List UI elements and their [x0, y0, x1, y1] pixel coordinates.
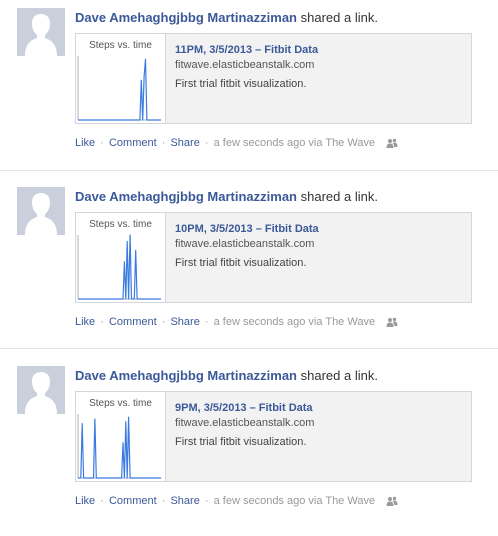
- link-title[interactable]: 11PM, 3/5/2013 – Fitbit Data: [175, 44, 318, 56]
- link-domain: fitwave.elasticbeanstalk.com: [175, 59, 315, 71]
- default-avatar-icon: [17, 187, 65, 235]
- comment-link[interactable]: Comment: [109, 316, 157, 328]
- default-avatar-icon: [17, 366, 65, 414]
- feed-story: Dave Amehaghgjbbg Martinazziman shared a…: [0, 0, 498, 178]
- link-preview-card[interactable]: Steps vs. time 11PM, 3/5/2013 – Fitbit D…: [75, 33, 472, 124]
- app-name[interactable]: The Wave: [325, 316, 375, 328]
- link-domain: fitwave.elasticbeanstalk.com: [175, 417, 315, 429]
- link-title[interactable]: 10PM, 3/5/2013 – Fitbit Data: [175, 223, 319, 235]
- story-verb: shared a link.: [300, 368, 378, 383]
- separator: ·: [100, 137, 104, 149]
- link-description: First trial fitbit visualization.: [175, 257, 307, 269]
- link-preview-card[interactable]: Steps vs. time 9PM, 3/5/2013 – Fitbit Da…: [75, 391, 472, 482]
- author-name[interactable]: Dave Amehaghgjbbg Martinazziman: [75, 368, 297, 383]
- friends-icon[interactable]: [386, 138, 398, 148]
- like-link[interactable]: Like: [75, 316, 95, 328]
- separator: ·: [161, 137, 166, 149]
- feed-story: Dave Amehaghgjbbg Martinazziman shared a…: [0, 358, 498, 536]
- chart-title: Steps vs. time: [89, 40, 152, 51]
- link-title[interactable]: 9PM, 3/5/2013 – Fitbit Data: [175, 402, 313, 414]
- timestamp[interactable]: a few seconds ago via: [214, 495, 323, 507]
- avatar[interactable]: [17, 366, 65, 414]
- friends-icon[interactable]: [386, 496, 398, 506]
- story-headline: Dave Amehaghgjbbg Martinazziman shared a…: [75, 368, 378, 384]
- link-thumbnail-chart[interactable]: Steps vs. time: [76, 34, 166, 123]
- feed-story: Dave Amehaghgjbbg Martinazziman shared a…: [0, 179, 498, 357]
- app-name[interactable]: The Wave: [325, 495, 375, 507]
- avatar[interactable]: [17, 8, 65, 56]
- story-actions: Like · Comment · Share · a few seconds a…: [75, 136, 398, 150]
- story-verb: shared a link.: [300, 10, 378, 25]
- default-avatar-icon: [17, 8, 65, 56]
- like-link[interactable]: Like: [75, 137, 95, 149]
- like-link[interactable]: Like: [75, 495, 95, 507]
- steps-series-line: [78, 234, 161, 300]
- separator: ·: [100, 495, 104, 507]
- story-headline: Dave Amehaghgjbbg Martinazziman shared a…: [75, 189, 378, 205]
- story-divider: [0, 170, 498, 171]
- separator: ·: [161, 316, 166, 328]
- author-name[interactable]: Dave Amehaghgjbbg Martinazziman: [75, 189, 297, 204]
- share-link[interactable]: Share: [170, 316, 199, 328]
- app-name[interactable]: The Wave: [325, 137, 375, 149]
- story-actions: Like · Comment · Share · a few seconds a…: [75, 315, 398, 329]
- separator: ·: [204, 137, 209, 149]
- link-description: First trial fitbit visualization.: [175, 78, 307, 90]
- comment-link[interactable]: Comment: [109, 495, 157, 507]
- comment-link[interactable]: Comment: [109, 137, 157, 149]
- timestamp[interactable]: a few seconds ago via: [214, 137, 323, 149]
- link-description: First trial fitbit visualization.: [175, 436, 307, 448]
- share-link[interactable]: Share: [170, 495, 199, 507]
- separator: ·: [161, 495, 166, 507]
- avatar[interactable]: [17, 187, 65, 235]
- author-name[interactable]: Dave Amehaghgjbbg Martinazziman: [75, 10, 297, 25]
- story-headline: Dave Amehaghgjbbg Martinazziman shared a…: [75, 10, 378, 26]
- story-divider: [0, 348, 498, 349]
- steps-series-line: [78, 58, 161, 121]
- share-link[interactable]: Share: [170, 137, 199, 149]
- chart-title: Steps vs. time: [89, 219, 152, 230]
- story-verb: shared a link.: [300, 189, 378, 204]
- link-thumbnail-chart[interactable]: Steps vs. time: [76, 213, 166, 302]
- separator: ·: [204, 316, 209, 328]
- story-actions: Like · Comment · Share · a few seconds a…: [75, 494, 398, 508]
- steps-series-line: [78, 416, 161, 479]
- link-domain: fitwave.elasticbeanstalk.com: [175, 238, 315, 250]
- friends-icon[interactable]: [386, 317, 398, 327]
- link-thumbnail-chart[interactable]: Steps vs. time: [76, 392, 166, 481]
- separator: ·: [100, 316, 104, 328]
- separator: ·: [204, 495, 209, 507]
- news-feed: Dave Amehaghgjbbg Martinazziman shared a…: [0, 0, 498, 520]
- timestamp[interactable]: a few seconds ago via: [214, 316, 323, 328]
- link-preview-card[interactable]: Steps vs. time 10PM, 3/5/2013 – Fitbit D…: [75, 212, 472, 303]
- chart-title: Steps vs. time: [89, 398, 152, 409]
